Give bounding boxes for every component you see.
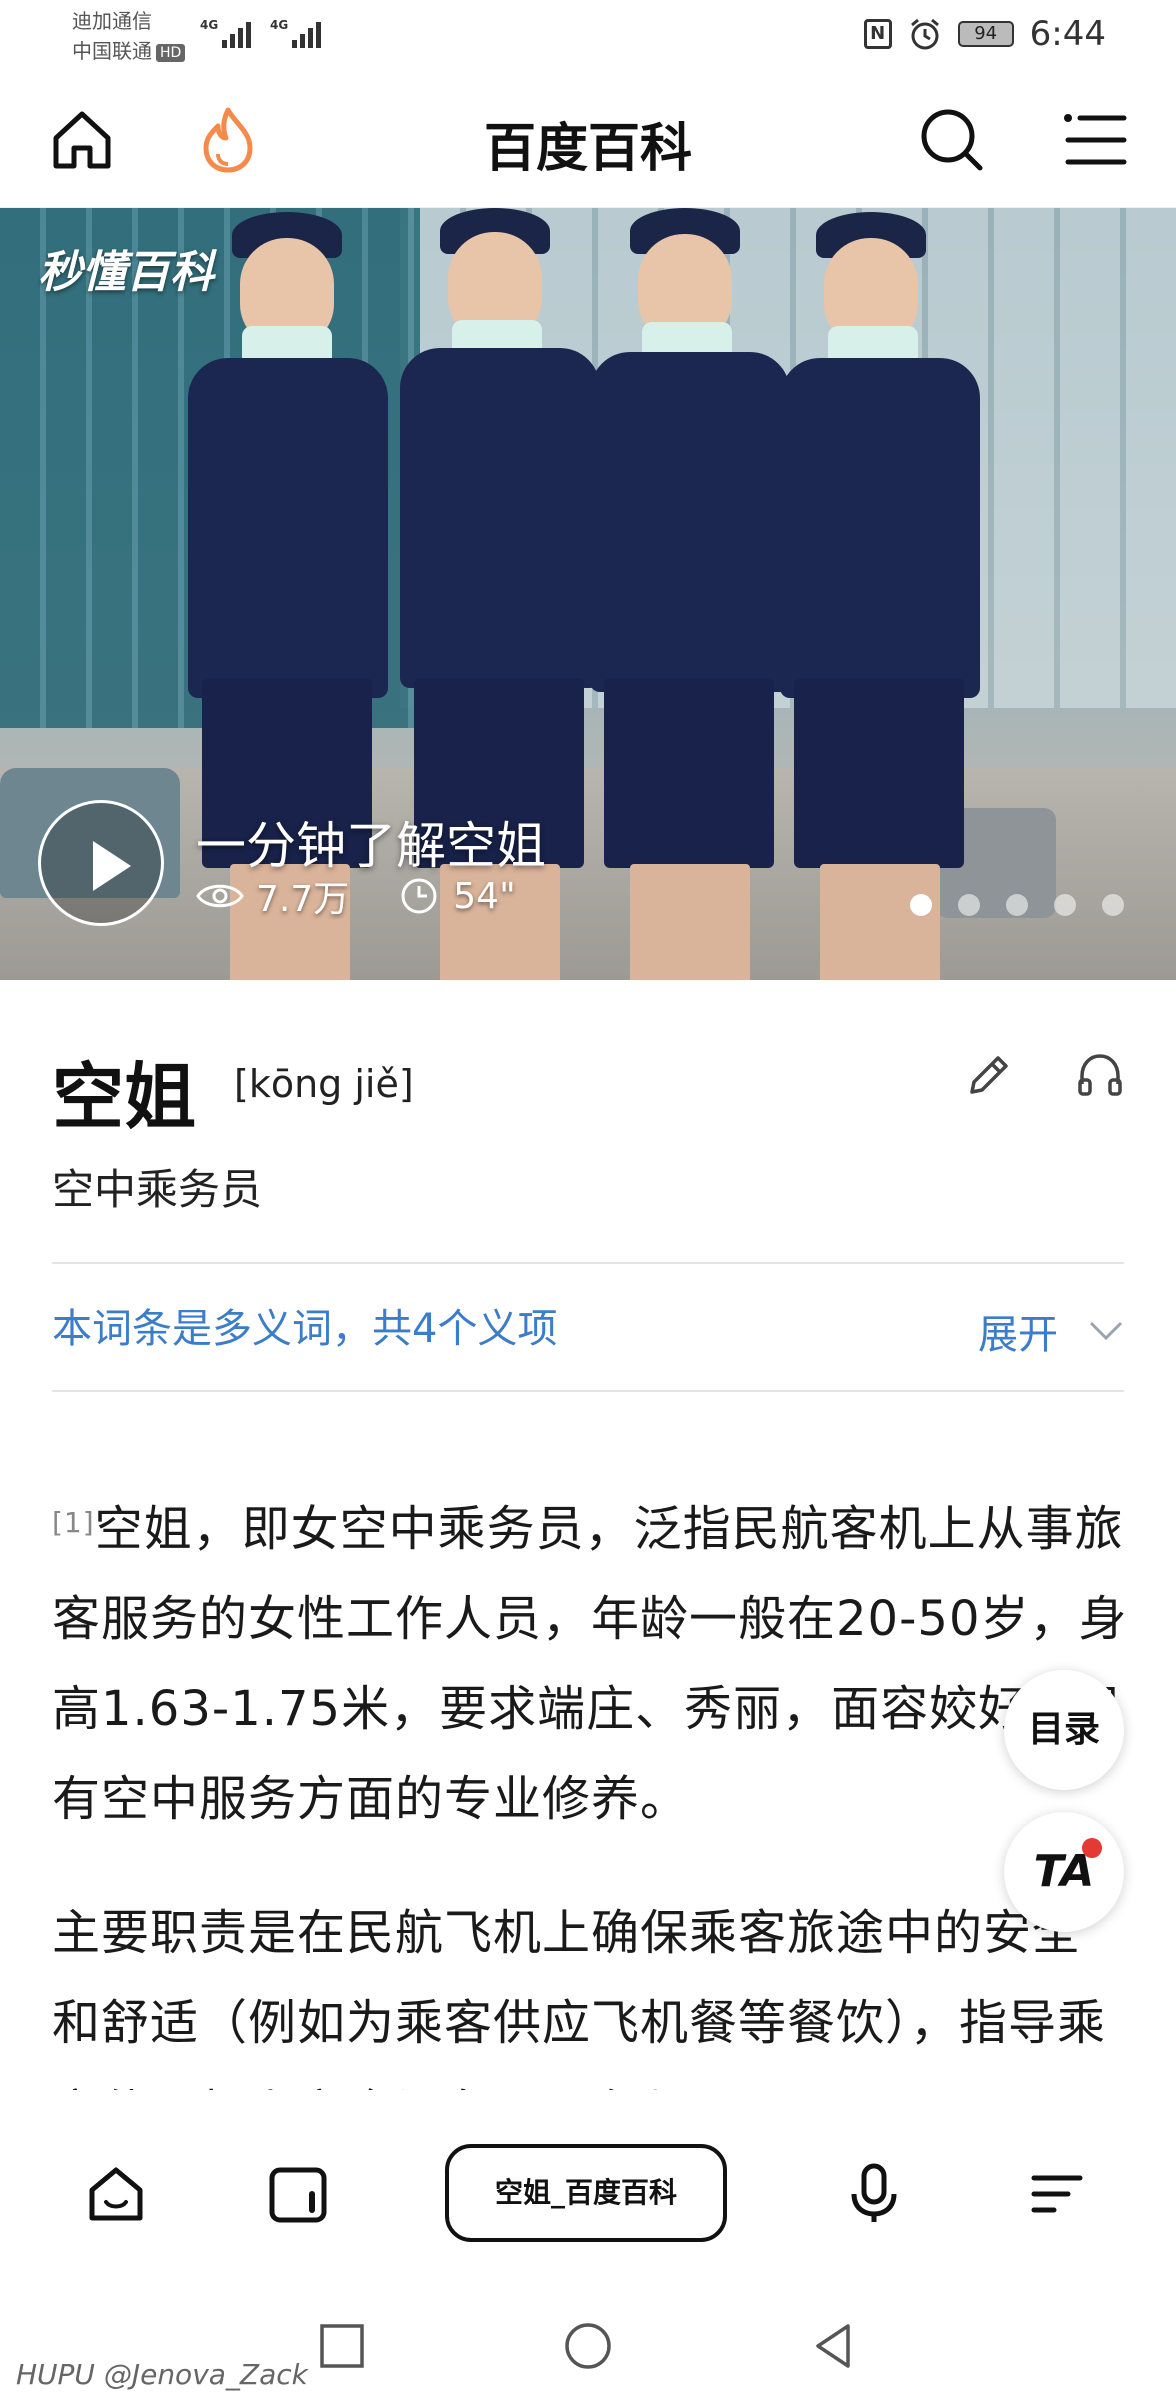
expand-button[interactable]: 展开: [978, 1302, 1124, 1360]
headphones-icon[interactable]: [1072, 1048, 1128, 1104]
carousel-dot[interactable]: [958, 894, 980, 916]
video-meta: 7.7万 54": [196, 870, 516, 922]
signal-icon: 4G: [200, 18, 254, 50]
video-title: 一分钟了解空姐: [196, 817, 546, 875]
expand-label: 展开: [978, 1312, 1058, 1358]
carrier-name-2: 中国联通: [72, 39, 152, 63]
toc-button[interactable]: 目录: [1004, 1670, 1124, 1790]
divider: [52, 1390, 1124, 1392]
play-icon: [93, 841, 131, 891]
bottom-toolbar: 空姐_百度百科: [0, 2090, 1176, 2290]
entry-pinyin: [kōng jiě]: [234, 1062, 414, 1106]
polysemy-link[interactable]: 本词条是多义词，共4个义项: [52, 1296, 557, 1354]
carousel-indicator: [910, 894, 1124, 916]
entry-subtitle: 空中乘务员: [52, 1165, 263, 1214]
entry-title: 空姐: [52, 1055, 197, 1139]
network-type: 4G: [270, 18, 289, 32]
clock-icon: [401, 878, 437, 914]
article-paragraph: [1]空姐，即女空中乘务员，泛指民航客机上从事旅客服务的女性工作人员，年龄一般在…: [52, 1484, 1128, 1844]
carousel-dot[interactable]: [1054, 894, 1076, 916]
watermark: HUPU @Jenova_Zack: [16, 2358, 308, 2391]
app-header: 百度百科: [0, 74, 1176, 208]
home-icon[interactable]: [84, 2162, 148, 2226]
search-icon[interactable]: [916, 104, 988, 176]
video-banner[interactable]: 秒懂百科 一分钟了解空姐 7.7万 54": [0, 208, 1176, 980]
network-type: 4G: [200, 18, 219, 32]
status-bar: 迪加通信 中国联通 HD 4G 4G N 94 6:44: [0, 0, 1176, 74]
recents-icon[interactable]: [316, 2320, 368, 2372]
signal-indicators: 4G 4G: [200, 18, 324, 50]
hd-badge: HD: [156, 43, 186, 62]
status-right: N 94 6:44: [863, 14, 1106, 54]
paragraph-text: 空姐，即女空中乘务员，泛指民航客机上从事旅客服务的女性工作人员，年龄一般在20-…: [52, 1501, 1128, 1827]
eye-icon: [196, 884, 244, 908]
edit-icon[interactable]: [960, 1048, 1016, 1104]
divider: [52, 1262, 1124, 1264]
view-count: 7.7万: [256, 879, 350, 920]
mic-icon[interactable]: [842, 2162, 906, 2226]
toc-label: 目录: [1027, 1709, 1100, 1750]
nfc-icon: N: [863, 19, 892, 49]
carrier-name-1: 迪加通信: [72, 9, 152, 33]
reference-marker[interactable]: [1]: [52, 1506, 95, 1539]
more-icon[interactable]: [1024, 2162, 1088, 2226]
miaodong-logo: 秒懂百科: [38, 247, 214, 298]
paragraph-text: 主要职责是在民航飞机上确保乘客旅途中的安全和舒适（例如为乘客供应飞机餐等餐饮），…: [52, 1905, 1107, 2090]
carousel-dot[interactable]: [1006, 894, 1028, 916]
page-title: 百度百科: [483, 119, 692, 179]
clock: 6:44: [1029, 14, 1106, 54]
search-pill[interactable]: 空姐_百度百科: [445, 2144, 727, 2242]
ta-button[interactable]: TA: [1004, 1812, 1124, 1932]
video-duration: 54": [453, 875, 516, 917]
chevron-down-icon: [1089, 1321, 1123, 1341]
carrier-info: 迪加通信 中国联通 HD: [72, 6, 186, 66]
article-paragraph: 主要职责是在民航飞机上确保乘客旅途中的安全和舒适（例如为乘客供应飞机餐等餐饮），…: [52, 1888, 1128, 2090]
menu-icon[interactable]: [1058, 104, 1130, 176]
carousel-dot[interactable]: [1102, 894, 1124, 916]
signal-icon: 4G: [270, 18, 324, 50]
battery-indicator: 94: [957, 21, 1014, 47]
notification-dot: [1082, 1838, 1102, 1858]
play-button[interactable]: [38, 800, 164, 926]
home-circle-icon[interactable]: [562, 2320, 614, 2372]
carousel-dot[interactable]: [910, 894, 932, 916]
tabs-icon[interactable]: [266, 2162, 330, 2226]
back-icon[interactable]: [808, 2320, 860, 2372]
alarm-icon: [910, 18, 939, 50]
